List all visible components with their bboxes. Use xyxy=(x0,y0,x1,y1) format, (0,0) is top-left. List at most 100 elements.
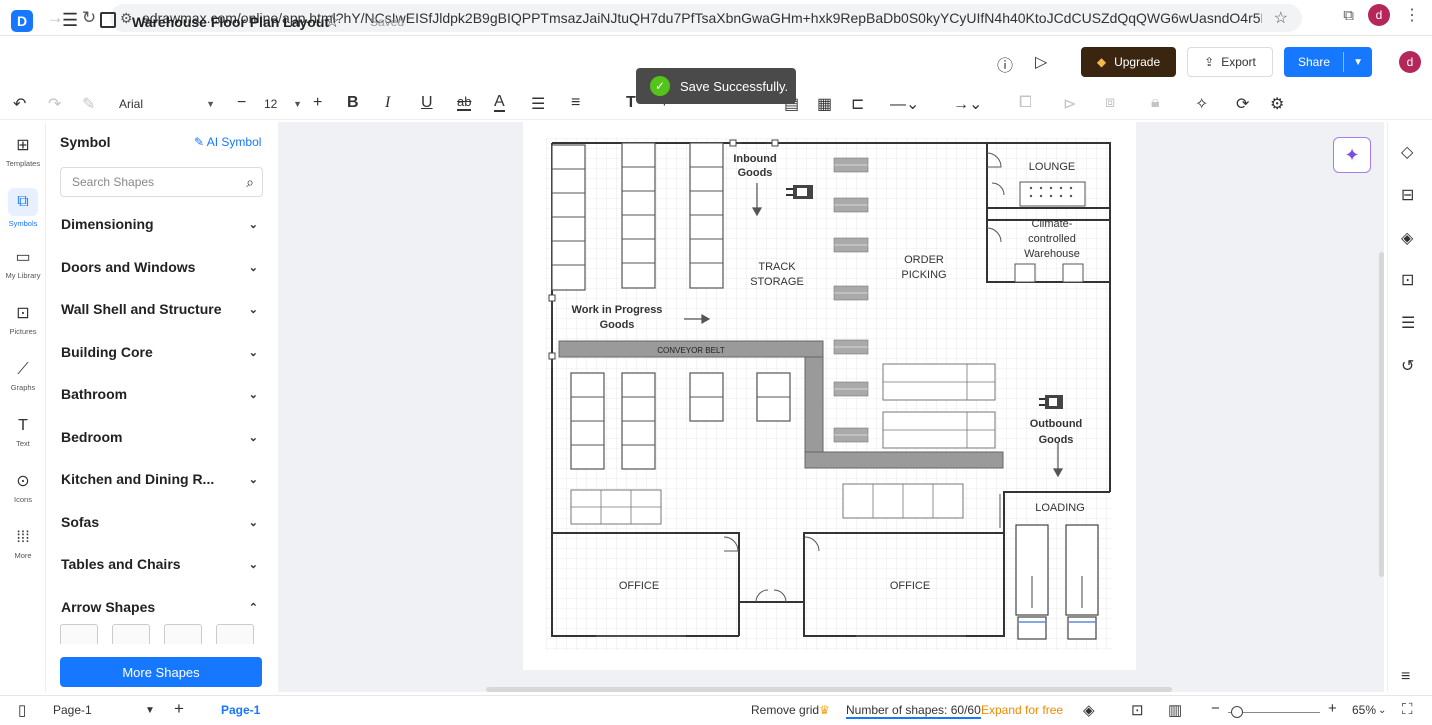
fullscreen-icon[interactable]: ⛶ xyxy=(1402,701,1413,718)
flip-icon[interactable]: ⊳ xyxy=(1063,94,1076,114)
redo-icon[interactable]: ↷ xyxy=(48,94,61,114)
share-button[interactable]: Share ▼ xyxy=(1284,47,1372,77)
magic-icon[interactable]: ✧ xyxy=(1195,94,1208,114)
zoom-out-icon[interactable]: − xyxy=(1211,700,1220,717)
underline-icon[interactable]: U xyxy=(421,94,433,112)
ai-symbol-button[interactable]: ✎ AI Symbol xyxy=(194,135,261,149)
page-panel-icon[interactable]: ▯ xyxy=(18,701,26,719)
arrow-shape-item[interactable] xyxy=(112,624,150,644)
bold-icon[interactable]: B xyxy=(347,94,359,112)
line-weight-icon[interactable]: —⌄ xyxy=(890,94,919,114)
format-painter-icon[interactable]: ✎ xyxy=(82,94,95,114)
category-bedroom[interactable]: Bedroom ⌄ xyxy=(61,417,258,457)
zoom-level[interactable]: 65% xyxy=(1352,703,1376,717)
horizontal-scrollbar[interactable] xyxy=(486,687,1172,692)
arrow-style-icon[interactable]: →⌄ xyxy=(953,94,982,114)
extensions-icon[interactable]: ⧉ xyxy=(1343,7,1354,24)
format-settings-icon[interactable]: ⚙ xyxy=(1270,94,1284,114)
decrease-font-icon[interactable]: − xyxy=(237,94,246,112)
ai-assistant-button[interactable]: ✦ xyxy=(1333,137,1371,173)
play-icon[interactable]: ▷ xyxy=(1035,52,1047,72)
settings-list-icon[interactable]: ≡ xyxy=(1401,668,1410,686)
browser-profile-avatar[interactable]: d xyxy=(1368,4,1390,26)
arrow-shape-item[interactable] xyxy=(164,624,202,644)
chevron-down-icon[interactable]: ▼ xyxy=(1353,57,1363,68)
connector-style-icon[interactable]: ⊏ xyxy=(851,94,864,114)
rail-graphs[interactable]: ⟋ Graphs xyxy=(0,360,46,392)
text-icon[interactable]: T xyxy=(626,94,636,112)
category-kitchen-dining[interactable]: Kitchen and Dining R... ⌄ xyxy=(61,459,258,499)
category-tables-chairs[interactable]: Tables and Chairs ⌄ xyxy=(61,544,258,584)
bookmark-star-icon[interactable]: ☆ xyxy=(1274,8,1288,28)
rail-my-library[interactable]: ▭ My Library xyxy=(0,248,46,280)
help-icon[interactable]: ⓘ xyxy=(997,52,1013,76)
menu-icon[interactable]: ☰ xyxy=(62,10,78,31)
notes-icon[interactable]: ☰ xyxy=(1401,313,1415,333)
document-title[interactable]: Warehouse Floor Plan Layout xyxy=(132,14,329,30)
edrawmax-logo[interactable]: D xyxy=(11,10,33,32)
page-setup-icon[interactable]: ⊟ xyxy=(1401,185,1414,205)
vertical-scrollbar[interactable] xyxy=(1379,252,1384,577)
book-view-icon[interactable]: ▥ xyxy=(1168,701,1182,719)
rail-symbols[interactable]: ⧉ Symbols xyxy=(0,188,46,228)
theme-icon[interactable]: ◈ xyxy=(1401,228,1413,248)
arrow-shape-item[interactable] xyxy=(60,624,98,644)
canvas[interactable]: CONVEYOR BELT Inbound Goods TRACK STORAG… xyxy=(278,122,1384,692)
arrange-icon[interactable]: ⧈ xyxy=(1105,94,1115,112)
zoom-slider-handle[interactable] xyxy=(1231,706,1243,718)
replace-shape-icon[interactable]: ⟳ xyxy=(1236,94,1249,114)
chevron-down-icon: ⌄ xyxy=(248,473,258,486)
layers-icon[interactable]: ◈ xyxy=(1083,701,1095,719)
search-shapes-box[interactable]: ⌕ xyxy=(60,167,263,197)
font-size-select[interactable]: 12 ▼ xyxy=(258,93,308,115)
category-dimensioning[interactable]: Dimensioning ⌄ xyxy=(61,204,258,244)
search-shapes-input[interactable] xyxy=(72,175,232,189)
remove-grid-button[interactable]: Remove grid xyxy=(751,703,819,717)
line-style-icon[interactable]: ▦ xyxy=(817,94,832,114)
zoom-in-icon[interactable]: + xyxy=(1328,700,1337,717)
warehouse-floor-plan[interactable]: CONVEYOR BELT Inbound Goods TRACK STORAG… xyxy=(546,138,1112,650)
rail-icons[interactable]: ⊙ Icons xyxy=(0,472,46,504)
browser-menu-icon[interactable]: ⋮ xyxy=(1404,5,1420,25)
fill-style-icon[interactable]: ◇ xyxy=(1401,142,1413,162)
rail-templates[interactable]: ⊞ Templates xyxy=(0,136,46,168)
category-wall-shell[interactable]: Wall Shell and Structure ⌄ xyxy=(61,289,258,329)
rail-more[interactable]: ⁞⁞⁞ More xyxy=(0,528,46,560)
category-building-core[interactable]: Building Core ⌄ xyxy=(61,332,258,372)
add-page-icon[interactable]: + xyxy=(174,699,184,719)
category-doors-windows[interactable]: Doors and Windows ⌄ xyxy=(61,247,258,287)
rail-pictures[interactable]: ⊡ Pictures xyxy=(0,304,46,336)
page-select[interactable]: Page-1 xyxy=(53,703,92,717)
line-spacing-icon[interactable]: ≡ xyxy=(571,94,580,112)
align-icon[interactable]: ☰ xyxy=(531,94,545,114)
category-arrow-shapes[interactable]: Arrow Shapes ⌃ xyxy=(61,587,258,627)
search-icon[interactable]: ⌕ xyxy=(246,174,254,191)
user-avatar[interactable]: d xyxy=(1399,51,1421,73)
arrow-shape-item[interactable] xyxy=(216,624,254,644)
rail-text[interactable]: T Text xyxy=(0,416,46,448)
increase-font-icon[interactable]: + xyxy=(313,94,322,112)
category-sofas[interactable]: Sofas ⌄ xyxy=(61,502,258,542)
italic-icon[interactable]: I xyxy=(385,94,390,112)
presentation-icon[interactable]: ⊡ xyxy=(1401,270,1414,290)
chevron-down-icon[interactable]: ▼ xyxy=(145,705,155,716)
chevron-down-icon: ⌄ xyxy=(248,261,258,274)
strikethrough-icon[interactable]: ab xyxy=(457,94,472,111)
font-color-icon[interactable]: A xyxy=(494,94,505,112)
undo-icon[interactable]: ↶ xyxy=(13,94,26,114)
font-family-select[interactable]: Arial ▼ xyxy=(111,93,221,115)
upgrade-button[interactable]: ◆ Upgrade xyxy=(1081,47,1176,77)
lock-icon[interactable]: 🔒︎ xyxy=(1151,94,1160,112)
font-size-value: 12 xyxy=(264,97,278,111)
expand-free-link[interactable]: Expand for free xyxy=(981,703,1063,717)
more-shapes-button[interactable]: More Shapes xyxy=(60,657,262,687)
export-button[interactable]: ⇪ Export xyxy=(1187,47,1273,77)
page-tab-1[interactable]: Page-1 xyxy=(221,703,260,717)
document-icon[interactable] xyxy=(100,12,116,28)
category-bathroom[interactable]: Bathroom ⌄ xyxy=(61,374,258,414)
group-icon[interactable]: ⧠ xyxy=(1019,94,1032,112)
chevron-down-icon[interactable]: ⌄ xyxy=(1378,705,1386,716)
favorite-star-icon[interactable]: ☆ xyxy=(324,11,340,32)
fit-page-icon[interactable]: ⊡ xyxy=(1131,701,1144,719)
history-icon[interactable]: ↺ xyxy=(1401,356,1414,376)
